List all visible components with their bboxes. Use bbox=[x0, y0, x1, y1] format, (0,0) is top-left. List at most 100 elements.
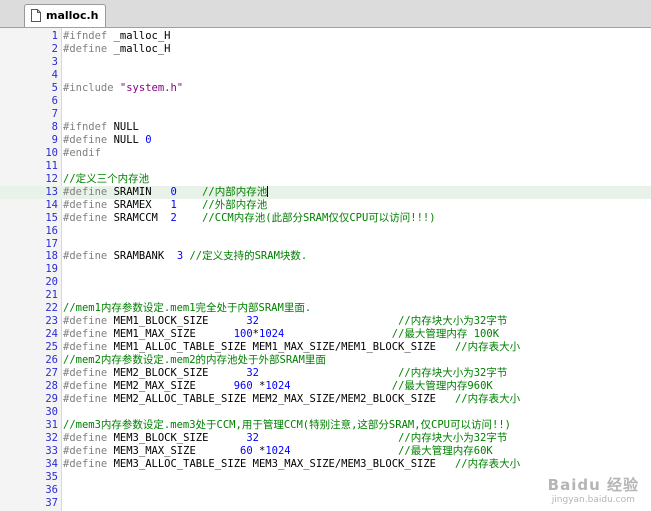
line-number: 29 bbox=[45, 393, 58, 406]
code-text: #define NULL 0 bbox=[63, 134, 152, 147]
code-line[interactable]: 26 //mem2内存参数设定.mem2的内存池处于外部SRAM里面 bbox=[0, 354, 651, 367]
code-token: 100 bbox=[233, 328, 253, 341]
code-line[interactable]: 4 bbox=[0, 69, 651, 82]
code-text: #define SRAMCCM 2 //CCM内存池(此部分SRAM仅仅CPU可… bbox=[63, 212, 436, 225]
line-number: 2 bbox=[51, 42, 58, 55]
code-token: //内存块大小为32字节 bbox=[398, 315, 508, 328]
line-number: 26 bbox=[45, 354, 58, 367]
line-number: 32 bbox=[45, 432, 58, 445]
code-token: //外部内存池 bbox=[202, 198, 268, 211]
code-text: //定义三个内存池 bbox=[63, 173, 149, 186]
line-number: 17 bbox=[45, 237, 58, 250]
watermark: Baidu 经验 jingyan.baidu.com bbox=[548, 474, 639, 505]
code-text: #define MEM2_MAX_SIZE 960 *1024 //最大管理内存… bbox=[63, 380, 493, 393]
code-line[interactable]: 20 bbox=[0, 276, 651, 289]
code-line[interactable]: 3 bbox=[0, 56, 651, 69]
code-text: #define SRAMEX 1 //外部内存池 bbox=[63, 199, 267, 212]
code-line[interactable]: 32 #define MEM3_BLOCK_SIZE 32 //内存块大小为32字… bbox=[0, 432, 651, 445]
code-line[interactable]: 33 #define MEM3_MAX_SIZE 60 *1024 //最大管理内… bbox=[0, 445, 651, 458]
code-line[interactable]: 28 #define MEM2_MAX_SIZE 960 *1024 //最大管理… bbox=[0, 380, 651, 393]
code-token: //mem3内存参数设定.mem3处于CCM,用于管理CCM(特别注意,这部分S… bbox=[63, 419, 511, 432]
code-token: _malloc_H bbox=[107, 42, 171, 55]
code-line[interactable]: 27 #define MEM2_BLOCK_SIZE 32 //内存块大小为32字… bbox=[0, 367, 651, 380]
code-lines: 1 #ifndef _malloc_H 2 #define _malloc_H 3 4 5 #… bbox=[0, 30, 651, 510]
code-token: #define bbox=[63, 380, 108, 393]
code-line[interactable]: 22 //mem1内存参数设定.mem1完全处于内部SRAM里面. bbox=[0, 302, 651, 315]
code-editor[interactable]: 1 #ifndef _malloc_H 2 #define _malloc_H 3 4 5 #… bbox=[0, 28, 651, 511]
code-line[interactable]: 24 #define MEM1_MAX_SIZE 100*1024 //最大管理内… bbox=[0, 328, 651, 341]
code-line[interactable]: 30 bbox=[0, 406, 651, 419]
line-number: 33 bbox=[45, 445, 58, 457]
line-number: 24 bbox=[45, 328, 58, 341]
code-line[interactable]: 17 bbox=[0, 238, 651, 251]
code-line[interactable]: 9 #define NULL 0 bbox=[0, 134, 651, 147]
code-line[interactable]: 15 #define SRAMCCM 2 //CCM内存池(此部分SRAM仅仅CP… bbox=[0, 212, 651, 225]
line-number: 27 bbox=[45, 367, 58, 380]
code-line[interactable]: 10 #endif bbox=[0, 147, 651, 160]
tab-malloc-h[interactable]: malloc.h bbox=[24, 4, 106, 27]
line-number: 16 bbox=[45, 224, 58, 237]
code-line[interactable]: 25 #define MEM1_ALLOC_TABLE_SIZE MEM1_MAX… bbox=[0, 341, 651, 354]
code-token: //最大管理内存 100K bbox=[391, 328, 500, 341]
code-token: MEM1_BLOCK_SIZE bbox=[107, 315, 247, 328]
code-line[interactable]: 31 //mem3内存参数设定.mem3处于CCM,用于管理CCM(特别注意,这部… bbox=[0, 419, 651, 432]
code-text: #ifndef _malloc_H bbox=[63, 30, 170, 43]
code-token: #include bbox=[63, 81, 114, 94]
code-token: 60 bbox=[240, 445, 253, 457]
code-token: #define bbox=[63, 432, 108, 445]
line-number: 12 bbox=[45, 172, 58, 185]
code-line[interactable]: 6 bbox=[0, 95, 651, 108]
code-line[interactable]: 11 bbox=[0, 160, 651, 173]
code-token: MEM2_BLOCK_SIZE bbox=[107, 367, 247, 380]
code-line[interactable]: 12 //定义三个内存池 bbox=[0, 173, 651, 186]
line-number: 35 bbox=[45, 470, 58, 483]
code-token: MEM2_MAX_SIZE bbox=[107, 380, 234, 393]
code-token: * bbox=[252, 380, 266, 393]
code-token: //最大管理内存960K bbox=[391, 380, 493, 393]
code-line[interactable]: 5 #include "system.h" bbox=[0, 82, 651, 95]
line-number: 19 bbox=[45, 263, 58, 276]
code-line[interactable]: 7 bbox=[0, 108, 651, 121]
code-token: NULL bbox=[107, 133, 146, 146]
line-number: 1 bbox=[51, 30, 58, 42]
code-line[interactable]: 23 #define MEM1_BLOCK_SIZE 32 //内存块大小为32字… bbox=[0, 315, 651, 328]
code-line[interactable]: 19 bbox=[0, 263, 651, 276]
code-token: MEM3_ALLOC_TABLE_SIZE MEM3_MAX_SIZE/MEM3… bbox=[107, 457, 455, 470]
code-text: #define MEM2_BLOCK_SIZE 32 //内存块大小为32字节 bbox=[63, 367, 507, 380]
code-line[interactable]: 14 #define SRAMEX 1 //外部内存池 bbox=[0, 199, 651, 212]
line-number: 30 bbox=[45, 406, 58, 419]
line-number: 14 bbox=[45, 198, 58, 211]
code-line[interactable]: 34 #define MEM3_ALLOC_TABLE_SIZE MEM3_MAX… bbox=[0, 458, 651, 471]
code-token: #define bbox=[63, 198, 108, 211]
line-number: 9 bbox=[51, 133, 58, 146]
code-line[interactable]: 29 #define MEM2_ALLOC_TABLE_SIZE MEM2_MAX… bbox=[0, 393, 651, 406]
code-token: * bbox=[252, 445, 266, 457]
code-text: //mem3内存参数设定.mem3处于CCM,用于管理CCM(特别注意,这部分S… bbox=[63, 419, 511, 432]
code-line[interactable]: 13 #define SRAMIN 0 //内部内存池 bbox=[0, 185, 651, 199]
code-text: #define MEM2_ALLOC_TABLE_SIZE MEM2_MAX_S… bbox=[63, 393, 520, 406]
code-line[interactable]: 2 #define _malloc_H bbox=[0, 43, 651, 56]
line-number: 3 bbox=[51, 55, 58, 68]
code-token: 32 bbox=[246, 367, 259, 380]
code-line[interactable]: 18 #define SRAMBANK 3 //定义支持的SRAM块数. bbox=[0, 250, 651, 263]
tab-bar: malloc.h bbox=[0, 0, 651, 28]
code-token: 1024 bbox=[259, 328, 285, 341]
code-token: #define bbox=[63, 185, 108, 198]
line-number: 5 bbox=[51, 81, 58, 94]
code-text: //mem2内存参数设定.mem2的内存池处于外部SRAM里面 bbox=[63, 354, 326, 367]
code-token: #endif bbox=[63, 146, 101, 159]
code-token: //最大管理内存60K bbox=[398, 445, 493, 457]
code-token: //内存表大小 bbox=[454, 341, 521, 354]
line-number: 6 bbox=[51, 94, 58, 107]
code-line[interactable]: 16 bbox=[0, 225, 651, 238]
code-token: //mem1内存参数设定.mem1完全处于内部SRAM里面. bbox=[63, 302, 312, 315]
code-text: #define SRAMIN 0 //内部内存池 bbox=[63, 185, 269, 199]
code-line[interactable]: 1 #ifndef _malloc_H bbox=[0, 30, 651, 43]
code-token: //定义三个内存池 bbox=[63, 172, 150, 185]
code-line[interactable]: 8 #ifndef NULL bbox=[0, 121, 651, 134]
code-token: #define bbox=[63, 341, 108, 354]
code-line[interactable]: 21 bbox=[0, 289, 651, 302]
